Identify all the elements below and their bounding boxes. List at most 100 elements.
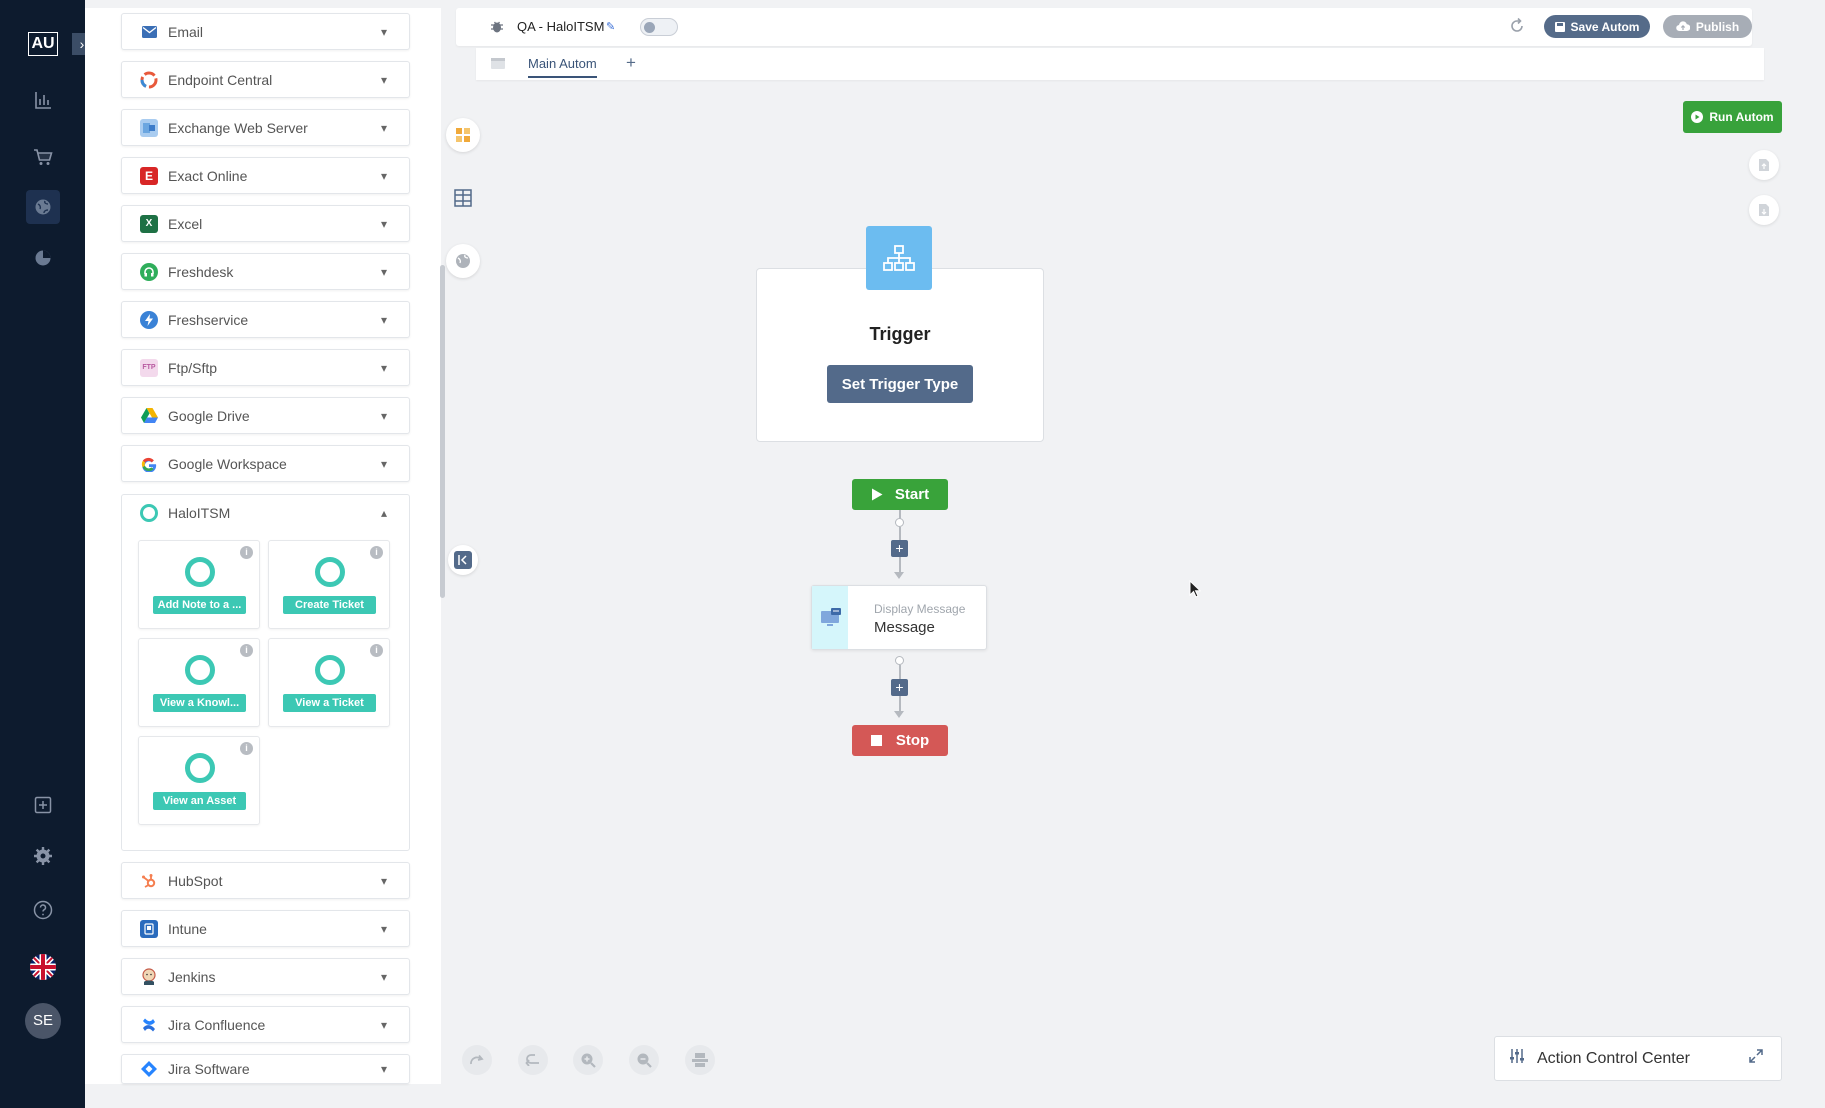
play-circle-icon xyxy=(1691,111,1704,123)
freshservice-icon xyxy=(140,310,158,329)
envelope-icon xyxy=(140,23,158,41)
action-card-view-ticket[interactable]: i View a Ticket xyxy=(268,638,390,727)
publish-label: Publish xyxy=(1695,19,1740,34)
action-control-center-label: Action Control Center xyxy=(1537,1049,1690,1067)
refresh-icon[interactable] xyxy=(1508,17,1526,40)
action-label: Create Ticket xyxy=(283,596,376,614)
import-icon[interactable] xyxy=(1749,195,1779,225)
trigger-node[interactable] xyxy=(756,268,1044,442)
calendar-icon[interactable] xyxy=(490,56,506,75)
accordion-hubspot[interactable]: HubSpot ▾ xyxy=(121,862,410,899)
accordion-email[interactable]: Email ▾ xyxy=(121,13,410,50)
layout-tool-icon[interactable] xyxy=(446,181,480,215)
cart-icon[interactable] xyxy=(26,140,60,174)
export-icon[interactable] xyxy=(1749,150,1779,180)
zoom-out-icon[interactable] xyxy=(629,1045,659,1075)
action-card-view-knowledge[interactable]: i View a Knowl... xyxy=(138,638,260,727)
accordion-jira-software[interactable]: Jira Software ▾ xyxy=(121,1054,410,1084)
accordion-excel[interactable]: X Excel ▾ xyxy=(121,205,410,242)
chevron-down-icon: ▾ xyxy=(381,264,388,279)
display-message-node[interactable]: Display Message Message xyxy=(811,585,987,650)
gear-icon[interactable] xyxy=(26,839,60,873)
haloitsm-icon xyxy=(315,557,345,587)
add-square-icon[interactable] xyxy=(26,788,60,822)
uk-flag-icon[interactable] xyxy=(30,954,56,980)
accordion-jira-confluence[interactable]: Jira Confluence ▾ xyxy=(121,1006,410,1043)
accordion-exact-online[interactable]: E Exact Online ▾ xyxy=(121,157,410,194)
stop-node[interactable]: Stop xyxy=(852,725,948,756)
info-icon[interactable]: i xyxy=(240,644,253,657)
expand-icon[interactable] xyxy=(1749,1049,1763,1068)
haloitsm-icon xyxy=(315,655,345,685)
accordion-intune[interactable]: Intune ▾ xyxy=(121,910,410,947)
chevron-down-icon: ▾ xyxy=(381,456,388,471)
add-step-button[interactable]: + xyxy=(891,679,908,696)
undo-icon[interactable] xyxy=(518,1045,548,1075)
help-icon[interactable] xyxy=(26,893,60,927)
action-card-create-ticket[interactable]: i Create Ticket xyxy=(268,540,390,629)
chevron-down-icon: ▾ xyxy=(381,921,388,936)
message-node-title: Message xyxy=(874,619,935,636)
chevron-up-icon: ▴ xyxy=(381,506,388,520)
grid-tool-icon[interactable] xyxy=(446,118,480,152)
hubspot-icon xyxy=(140,872,158,890)
app-logo[interactable]: AU xyxy=(28,32,58,56)
redo-icon[interactable] xyxy=(462,1045,492,1075)
accordion-freshdesk[interactable]: Freshdesk ▾ xyxy=(121,253,410,290)
action-control-center[interactable]: Action Control Center xyxy=(1494,1036,1782,1081)
accordion-google-workspace[interactable]: Google Workspace ▾ xyxy=(121,445,410,482)
tab-main-autom[interactable]: Main Autom xyxy=(528,56,597,78)
publish-button[interactable]: Publish xyxy=(1663,15,1752,38)
accordion-label: Exact Online xyxy=(168,167,248,184)
accordion-jenkins[interactable]: Jenkins ▾ xyxy=(121,958,410,995)
globe-icon[interactable] xyxy=(26,190,60,224)
pie-chart-icon[interactable] xyxy=(26,241,60,275)
freshdesk-icon xyxy=(140,262,158,281)
accordion-haloitsm-header[interactable]: HaloITSM ▴ xyxy=(122,495,409,531)
ftp-icon: FTP xyxy=(140,358,158,377)
accordion-label: HaloITSM xyxy=(168,505,231,521)
save-automation-button[interactable]: Save Autom xyxy=(1544,15,1650,38)
chevron-down-icon: ▾ xyxy=(381,168,388,183)
accordion-label: Google Workspace xyxy=(168,455,287,472)
info-icon[interactable]: i xyxy=(370,546,383,559)
cloud-upload-icon xyxy=(1676,21,1690,32)
accordion-google-drive[interactable]: Google Drive ▾ xyxy=(121,397,410,434)
action-label: View an Asset xyxy=(153,792,246,810)
sliders-icon xyxy=(1509,1048,1525,1069)
action-card-view-asset[interactable]: i View an Asset xyxy=(138,736,260,825)
add-step-button[interactable]: + xyxy=(891,540,908,557)
collapse-panel-icon[interactable] xyxy=(448,545,478,575)
panel-scrollbar[interactable] xyxy=(440,265,445,598)
confluence-icon xyxy=(140,1016,158,1034)
zoom-in-icon[interactable] xyxy=(573,1045,603,1075)
monitor-chat-icon xyxy=(820,608,842,633)
accordion-ftp-sftp[interactable]: FTP Ftp/Sftp ▾ xyxy=(121,349,410,386)
chevron-down-icon: ▾ xyxy=(381,216,388,231)
action-card-add-note[interactable]: i Add Note to a ... xyxy=(138,540,260,629)
accordion-freshservice[interactable]: Freshservice ▾ xyxy=(121,301,410,338)
haloitsm-icon xyxy=(140,504,158,522)
globe-tool-icon[interactable] xyxy=(446,244,480,278)
chevron-down-icon: ▾ xyxy=(381,1017,388,1032)
edit-title-icon[interactable]: ✎ xyxy=(606,20,615,33)
start-node[interactable]: Start xyxy=(852,479,948,510)
user-avatar[interactable]: SE xyxy=(25,1003,61,1039)
fit-view-icon[interactable] xyxy=(685,1045,715,1075)
accordion-label: Ftp/Sftp xyxy=(168,359,218,376)
info-icon[interactable]: i xyxy=(240,742,253,755)
run-automation-button[interactable]: Run Autom xyxy=(1683,101,1782,133)
accordion-exchange-web-server[interactable]: Exchange Web Server ▾ xyxy=(121,109,410,146)
chevron-down-icon: ▾ xyxy=(381,969,388,984)
accordion-endpoint-central[interactable]: Endpoint Central ▾ xyxy=(121,61,410,98)
info-icon[interactable]: i xyxy=(240,546,253,559)
google-drive-icon xyxy=(140,407,158,425)
set-trigger-type-button[interactable]: Set Trigger Type xyxy=(827,365,973,403)
analytics-icon[interactable] xyxy=(26,83,60,117)
accordion-label: Endpoint Central xyxy=(168,71,273,88)
add-tab-button[interactable]: + xyxy=(626,53,636,73)
info-icon[interactable]: i xyxy=(370,644,383,657)
accordion-label: Freshservice xyxy=(168,311,249,328)
mode-toggle[interactable] xyxy=(640,18,678,36)
run-automation-label: Run Autom xyxy=(1709,110,1774,124)
